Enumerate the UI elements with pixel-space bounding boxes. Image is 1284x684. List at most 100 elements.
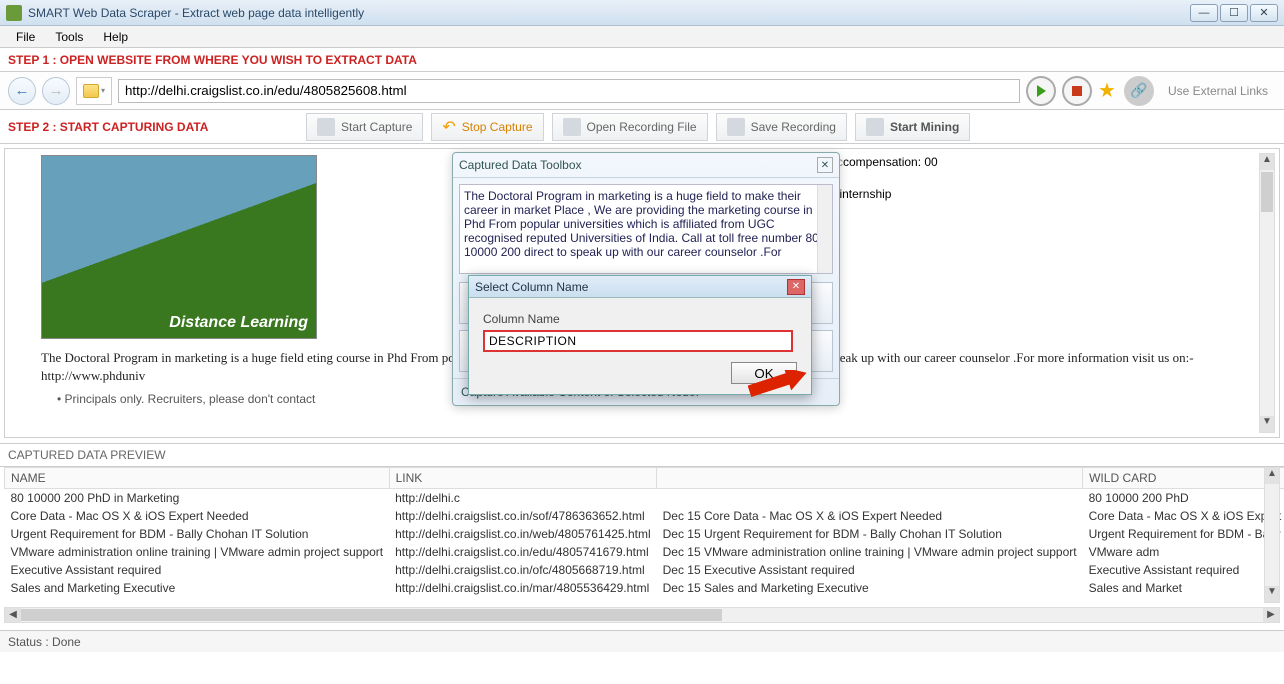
- table-cell: Executive Assistant required: [5, 561, 390, 579]
- image-caption: Distance Learning: [169, 314, 308, 332]
- addressbar: ← → ▾ ★ 🔗 Use External Links: [0, 72, 1284, 110]
- menu-file[interactable]: File: [6, 28, 45, 46]
- table-cell: Urgent Requirement for BDM - Bally Choha…: [5, 525, 390, 543]
- column-name-label: Column Name: [483, 312, 797, 326]
- statusbar: Status : Done: [0, 630, 1284, 652]
- preview-section: CAPTURED DATA PREVIEW NAME LINK WILD CAR…: [0, 444, 1284, 630]
- open-folder-button[interactable]: ▾: [76, 77, 112, 105]
- status-text: Status : Done: [8, 635, 81, 649]
- play-button[interactable]: [1026, 76, 1056, 106]
- scroll-up-icon[interactable]: ▲: [1260, 154, 1274, 170]
- save-icon: [727, 118, 745, 136]
- external-links-label[interactable]: Use External Links: [1160, 84, 1276, 98]
- table-cell: Sales and Market: [1083, 579, 1284, 597]
- close-button[interactable]: ✕: [1250, 4, 1278, 22]
- table-row[interactable]: Urgent Requirement for BDM - Bally Choha…: [5, 525, 1284, 543]
- table-row[interactable]: 80 10000 200 PhD in Marketinghttp://delh…: [5, 489, 1284, 508]
- preview-vscroll[interactable]: ▲ ▼: [1264, 467, 1280, 603]
- col-wildcard[interactable]: WILD CARD: [1083, 468, 1284, 489]
- table-cell: 80 10000 200 PhD in Marketing: [5, 489, 390, 508]
- internship-label: iinternship: [837, 185, 1257, 203]
- table-cell: http://delhi.c: [389, 489, 657, 508]
- table-cell: http://delhi.craigslist.co.in/web/480576…: [389, 525, 657, 543]
- stop-capture-label: Stop Capture: [462, 120, 533, 134]
- scroll-right-icon[interactable]: ▶: [1263, 608, 1279, 622]
- url-input[interactable]: [118, 79, 1020, 103]
- menu-tools[interactable]: Tools: [45, 28, 93, 46]
- preview-hscroll[interactable]: ◀ ▶: [4, 607, 1280, 623]
- table-cell: Dec 15 VMware administration online trai…: [657, 543, 1083, 561]
- compensation-label: ccompensation: 00: [837, 153, 1257, 171]
- table-cell: 80 10000 200 PhD: [1083, 489, 1284, 508]
- ok-button[interactable]: OK: [731, 362, 797, 384]
- table-row[interactable]: VMware administration online training | …: [5, 543, 1284, 561]
- hscroll-thumb[interactable]: [21, 609, 722, 621]
- table-row[interactable]: Executive Assistant requiredhttp://delhi…: [5, 561, 1284, 579]
- step1-label: STEP 1 : OPEN WEBSITE FROM WHERE YOU WIS…: [0, 48, 1284, 72]
- content-vscroll[interactable]: ▲ ▼: [1259, 153, 1275, 433]
- open-recording-button[interactable]: Open Recording File: [552, 113, 708, 141]
- table-cell: Core Data - Mac OS X & iOS Expert Needed: [1083, 507, 1284, 525]
- table-row[interactable]: Core Data - Mac OS X & iOS Expert Needed…: [5, 507, 1284, 525]
- play-icon: [1037, 85, 1046, 97]
- table-cell: [657, 489, 1083, 508]
- textpane-scroll[interactable]: [817, 185, 832, 273]
- menubar: File Tools Help: [0, 26, 1284, 48]
- save-recording-label: Save Recording: [751, 120, 836, 134]
- start-mining-label: Start Mining: [890, 120, 959, 134]
- column-name-input[interactable]: [483, 330, 793, 352]
- scroll-down-icon[interactable]: ▼: [1260, 416, 1274, 432]
- scroll-thumb[interactable]: [1261, 172, 1273, 212]
- minimize-button[interactable]: —: [1190, 4, 1218, 22]
- scroll-down-icon[interactable]: ▼: [1265, 586, 1279, 602]
- table-cell: http://delhi.craigslist.co.in/edu/480574…: [389, 543, 657, 561]
- step2-toolbar: STEP 2 : START CAPTURING DATA Start Capt…: [0, 110, 1284, 144]
- nav-back-button[interactable]: ←: [8, 77, 36, 105]
- toolbox-close-button[interactable]: ✕: [817, 157, 833, 173]
- step2-label: STEP 2 : START CAPTURING DATA: [8, 120, 298, 134]
- open-recording-label: Open Recording File: [587, 120, 697, 134]
- nav-forward-button[interactable]: →: [42, 77, 70, 105]
- table-cell: Sales and Marketing Executive: [5, 579, 390, 597]
- file-open-icon: [563, 118, 581, 136]
- table-cell: http://delhi.craigslist.co.in/ofc/480566…: [389, 561, 657, 579]
- table-cell: Dec 15 Core Data - Mac OS X & iOS Expert…: [657, 507, 1083, 525]
- table-cell: Dec 15 Urgent Requirement for BDM - Ball…: [657, 525, 1083, 543]
- toolbox-textpane[interactable]: The Doctoral Program in marketing is a h…: [459, 184, 833, 274]
- preview-table: NAME LINK WILD CARD 80 10000 200 PhD in …: [4, 467, 1284, 597]
- app-icon: [6, 5, 22, 21]
- dialog-title: Select Column Name: [475, 280, 588, 294]
- toolbox-text: The Doctoral Program in marketing is a h…: [464, 189, 819, 259]
- mining-icon: [866, 118, 884, 136]
- maximize-button[interactable]: ☐: [1220, 4, 1248, 22]
- start-mining-button[interactable]: Start Mining: [855, 113, 970, 141]
- table-cell: VMware administration online training | …: [5, 543, 390, 561]
- stop-button[interactable]: [1062, 76, 1092, 106]
- table-cell: VMware adm: [1083, 543, 1284, 561]
- scroll-left-icon[interactable]: ◀: [5, 608, 21, 622]
- stop-icon: [1072, 86, 1082, 96]
- right-info-panel: ccompensation: 00 iinternship: [837, 153, 1257, 203]
- table-cell: Dec 15 Executive Assistant required: [657, 561, 1083, 579]
- menu-help[interactable]: Help: [93, 28, 138, 46]
- select-column-dialog: Select Column Name ✕ Column Name OK: [468, 275, 812, 395]
- save-recording-button[interactable]: Save Recording: [716, 113, 847, 141]
- favorite-button[interactable]: ★: [1098, 81, 1118, 101]
- titlebar: SMART Web Data Scraper - Extract web pag…: [0, 0, 1284, 26]
- scroll-up-icon[interactable]: ▲: [1265, 468, 1279, 484]
- page-image: Distance Learning: [41, 155, 317, 339]
- dialog-close-button[interactable]: ✕: [787, 279, 805, 295]
- link-icon: 🔗: [1124, 76, 1154, 106]
- table-cell: http://delhi.craigslist.co.in/mar/480553…: [389, 579, 657, 597]
- col-link[interactable]: LINK: [389, 468, 657, 489]
- table-cell: http://delhi.craigslist.co.in/sof/478636…: [389, 507, 657, 525]
- col-3[interactable]: [657, 468, 1083, 489]
- table-cell: Dec 15 Sales and Marketing Executive: [657, 579, 1083, 597]
- col-name[interactable]: NAME: [5, 468, 390, 489]
- table-row[interactable]: Sales and Marketing Executivehttp://delh…: [5, 579, 1284, 597]
- table-cell: Executive Assistant required: [1083, 561, 1284, 579]
- start-capture-button[interactable]: Start Capture: [306, 113, 423, 141]
- window-title: SMART Web Data Scraper - Extract web pag…: [28, 6, 364, 20]
- toolbox-title: Captured Data Toolbox: [459, 158, 582, 172]
- stop-capture-button[interactable]: ↶Stop Capture: [431, 113, 543, 141]
